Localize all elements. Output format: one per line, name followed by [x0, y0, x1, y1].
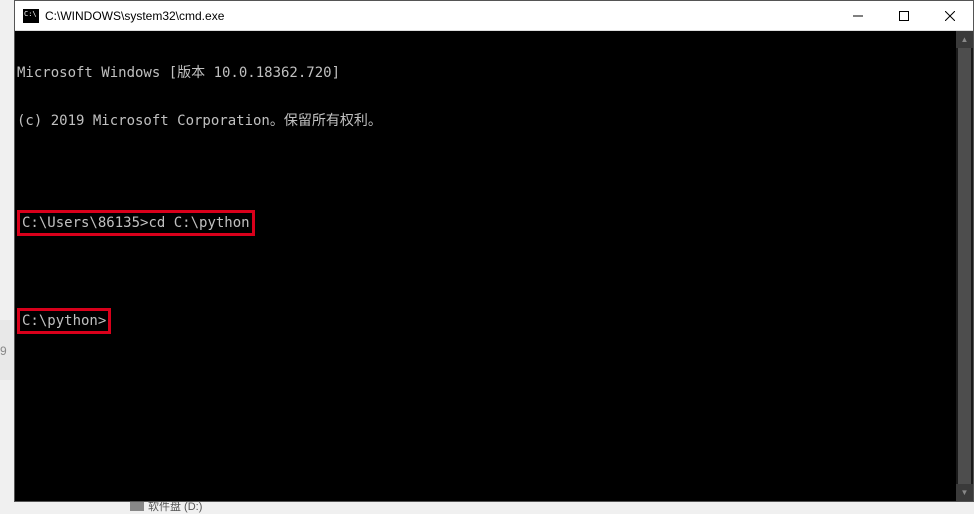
- close-button[interactable]: [927, 1, 973, 30]
- minimize-icon: [853, 11, 863, 21]
- chevron-down-icon: ▼: [961, 488, 969, 497]
- command-line-2: C:\python>: [15, 307, 973, 335]
- header-line-2: (c) 2019 Microsoft Corporation。保留所有权利。: [15, 113, 973, 129]
- command-1: cd C:\python: [148, 215, 249, 231]
- close-icon: [945, 11, 955, 21]
- cmd-icon: [23, 9, 39, 23]
- scroll-track[interactable]: [956, 48, 973, 484]
- chevron-up-icon: ▲: [961, 35, 969, 44]
- maximize-icon: [899, 11, 909, 21]
- drive-icon: [130, 501, 144, 511]
- scroll-up-button[interactable]: ▲: [956, 31, 973, 48]
- desktop-background-text: 9: [0, 344, 7, 358]
- command-line-1: C:\Users\86135>cd C:\python: [15, 209, 973, 237]
- header-line-1: Microsoft Windows [版本 10.0.18362.720]: [15, 65, 973, 81]
- window-controls: [835, 1, 973, 30]
- cmd-window: C:\WINDOWS\system32\cmd.exe Microsoft Wi…: [14, 0, 974, 502]
- window-title: C:\WINDOWS\system32\cmd.exe: [45, 9, 835, 23]
- scroll-down-button[interactable]: ▼: [956, 484, 973, 501]
- titlebar[interactable]: C:\WINDOWS\system32\cmd.exe: [15, 1, 973, 31]
- scroll-thumb[interactable]: [958, 48, 971, 484]
- vertical-scrollbar[interactable]: ▲ ▼: [956, 31, 973, 501]
- terminal-area[interactable]: Microsoft Windows [版本 10.0.18362.720] (c…: [15, 31, 973, 501]
- prompt-2: C:\python>: [22, 313, 106, 329]
- highlight-annotation-2: C:\python>: [17, 308, 111, 334]
- prompt-1: C:\Users\86135>: [22, 215, 148, 231]
- maximize-button[interactable]: [881, 1, 927, 30]
- minimize-button[interactable]: [835, 1, 881, 30]
- highlight-annotation-1: C:\Users\86135>cd C:\python: [17, 210, 255, 236]
